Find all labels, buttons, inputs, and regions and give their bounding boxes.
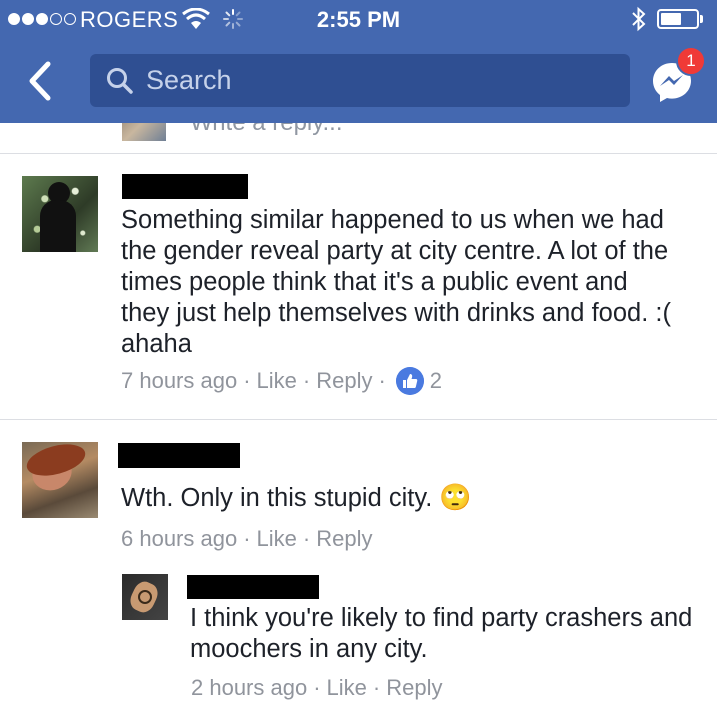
separator-dot: · <box>372 675 381 700</box>
comment-meta: 7 hours ago · Like · Reply · 2 <box>121 367 442 395</box>
status-time: 2:55 PM <box>316 7 401 32</box>
reply-button[interactable]: Reply <box>316 526 372 552</box>
reply-meta: 2 hours ago · Like · Reply <box>191 675 442 701</box>
separator-dot: · <box>243 526 251 551</box>
like-button[interactable]: Like <box>327 675 367 701</box>
battery-icon <box>657 9 699 29</box>
comment: Wth. Only in this stupid city. 🙄 6 hours… <box>0 420 717 708</box>
battery-tip <box>700 15 703 23</box>
comment-meta: 6 hours ago · Like · Reply <box>121 526 372 552</box>
comment-text: Wth. Only in this stupid city. 🙄 <box>121 482 472 514</box>
separator-dot: · <box>378 368 386 393</box>
search-bar[interactable] <box>90 54 630 107</box>
back-chevron-icon[interactable] <box>22 56 58 106</box>
separator-dot: · <box>313 675 321 700</box>
like-button[interactable]: Like <box>257 368 297 394</box>
nested-reply: I think you're likely to find party cras… <box>0 570 717 708</box>
eye-roll-emoji-icon: 🙄 <box>439 482 472 512</box>
reply-input-placeholder[interactable]: Write a reply... <box>190 123 342 137</box>
comment: Something similar happened to us when we… <box>0 153 717 419</box>
comment-timestamp: 6 hours ago <box>121 526 238 551</box>
notification-badge: 1 <box>676 46 706 76</box>
reaction-count[interactable]: 2 <box>430 368 442 394</box>
comment-text: Something similar happened to us when we… <box>121 206 671 358</box>
redacted-author-name <box>122 174 248 199</box>
separator-dot: · <box>243 368 251 393</box>
reply-timestamp: 2 hours ago <box>191 675 308 700</box>
bluetooth-icon <box>632 6 646 32</box>
avatar <box>122 123 166 141</box>
top-bar: ROGERS 2:55 PM Search 1 <box>0 0 717 123</box>
like-reaction-icon[interactable] <box>395 367 424 395</box>
avatar[interactable] <box>22 176 98 252</box>
avatar[interactable] <box>122 574 168 620</box>
like-button[interactable]: Like <box>257 526 297 552</box>
status-bar: ROGERS 2:55 PM <box>0 0 717 38</box>
reply-button[interactable]: Reply <box>316 368 372 394</box>
search-icon <box>107 68 133 94</box>
comment-timestamp: 7 hours ago <box>121 368 238 393</box>
comment-text-body: Wth. Only in this stupid city. <box>121 484 433 512</box>
reply-button[interactable]: Reply <box>386 675 442 701</box>
reply-text: I think you're likely to find party cras… <box>190 604 693 663</box>
redacted-author-name <box>187 575 319 599</box>
redacted-author-name <box>118 443 240 468</box>
avatar[interactable] <box>22 442 98 518</box>
reply-input-row[interactable]: Write a reply... <box>0 123 717 154</box>
separator-dot: · <box>302 526 311 551</box>
search-input[interactable] <box>146 54 616 107</box>
separator-dot: · <box>302 368 311 393</box>
